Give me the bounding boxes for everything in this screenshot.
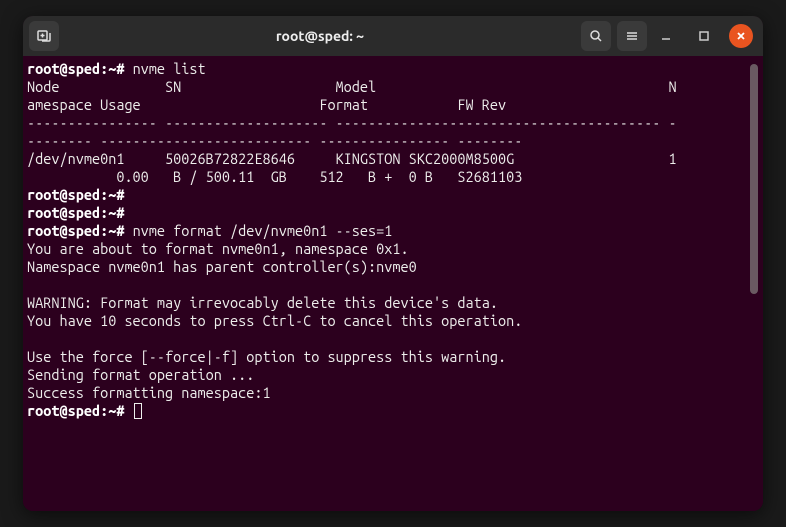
search-button[interactable] <box>581 21 611 51</box>
terminal-line: -------- -------------------------- ----… <box>27 132 749 150</box>
prompt: root@sped:~# <box>27 186 133 203</box>
terminal-line: WARNING: Format may irrevocably delete t… <box>27 294 749 312</box>
terminal-body[interactable]: root@sped:~# nvme listNode SN Model Name… <box>23 56 763 511</box>
prompt: root@sped:~# <box>27 402 133 419</box>
terminal-line: Node SN Model N <box>27 78 749 96</box>
terminal-line: root@sped:~# <box>27 204 749 222</box>
window-title: root@sped: ~ <box>65 28 575 44</box>
maximize-button[interactable] <box>691 23 717 49</box>
terminal-line <box>27 330 749 348</box>
terminal-line: /dev/nvme0n1 50026B72822E8646 KINGSTON S… <box>27 150 749 168</box>
prompt: root@sped:~# <box>27 60 133 77</box>
terminal-line: 0.00 B / 500.11 GB 512 B + 0 B S2681103 <box>27 168 749 186</box>
terminal-line: You are about to format nvme0n1, namespa… <box>27 240 749 258</box>
terminal-line: amespace Usage Format FW Rev <box>27 96 749 114</box>
titlebar: root@sped: ~ <box>23 16 763 56</box>
terminal-content[interactable]: root@sped:~# nvme listNode SN Model Name… <box>25 60 749 507</box>
terminal-line: root@sped:~# <box>27 186 749 204</box>
cursor <box>134 403 142 419</box>
terminal-line: Namespace nvme0n1 has parent controller(… <box>27 258 749 276</box>
close-button[interactable] <box>729 24 753 48</box>
window-controls <box>653 23 757 49</box>
terminal-line: root@sped:~# nvme format /dev/nvme0n1 --… <box>27 222 749 240</box>
terminal-line <box>27 276 749 294</box>
prompt: root@sped:~# <box>27 222 133 239</box>
scrollbar-thumb[interactable] <box>750 64 758 294</box>
scrollbar[interactable] <box>749 60 759 507</box>
terminal-line: Use the force [--force|-f] option to sup… <box>27 348 749 366</box>
terminal-line: root@sped:~# nvme list <box>27 60 749 78</box>
terminal-line: You have 10 seconds to press Ctrl-C to c… <box>27 312 749 330</box>
terminal-line: Success formatting namespace:1 <box>27 384 749 402</box>
menu-button[interactable] <box>617 21 647 51</box>
terminal-window: root@sped: ~ <box>23 16 763 511</box>
prompt: root@sped:~# <box>27 204 133 221</box>
terminal-line: ---------------- -------------------- --… <box>27 114 749 132</box>
terminal-line: root@sped:~# <box>27 402 749 420</box>
command-text: nvme list <box>133 60 206 77</box>
new-tab-button[interactable] <box>29 21 59 51</box>
command-text: nvme format /dev/nvme0n1 --ses=1 <box>133 222 393 239</box>
minimize-button[interactable] <box>653 23 679 49</box>
terminal-line: Sending format operation ... <box>27 366 749 384</box>
